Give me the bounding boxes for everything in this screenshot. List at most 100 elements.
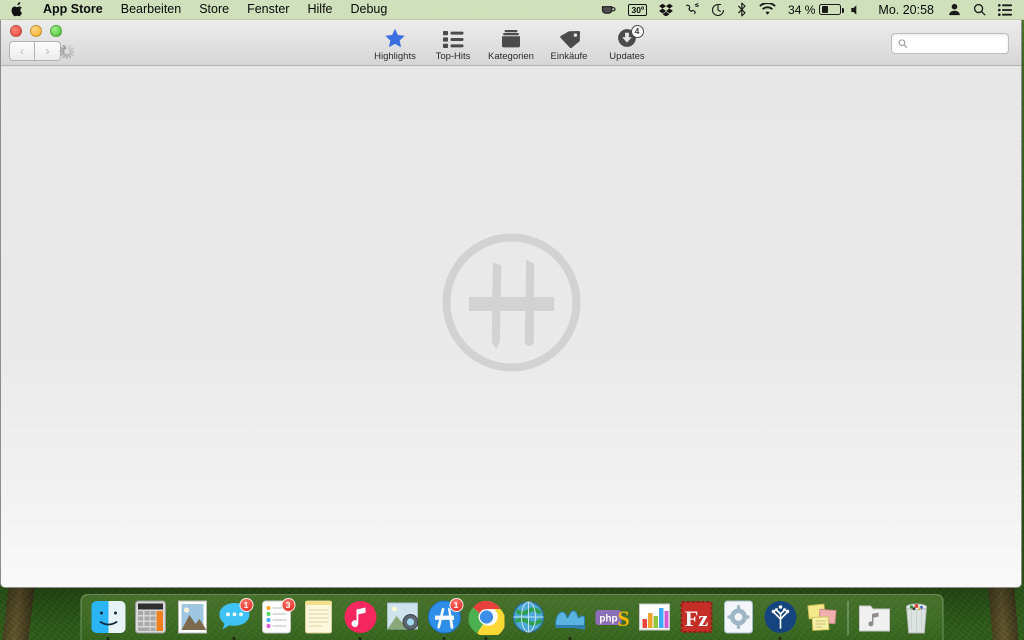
tab-updates-label: Updates [609,51,645,62]
menu-bar-status-area: 30º 34 % Mo. 20:58 [595,0,1024,19]
dock-item-preview[interactable] [173,597,212,640]
app-store-icon: 1 [426,598,463,635]
search-field[interactable] [891,33,1009,54]
minimize-button[interactable] [30,25,42,37]
navigation-buttons: ‹ › [9,41,61,61]
calculator-icon [132,599,168,635]
weather-temp-label: 30º [628,3,648,16]
messages-badge: 1 [239,598,253,612]
svg-text:S: S [617,606,629,631]
menu-bar-left: App Store Bearbeiten Store Fenster Hilfe… [0,0,396,19]
dock-item-mamp[interactable] [551,597,590,640]
updates-badge: 4 [630,25,644,38]
tab-einkaeufe-label: Einkäufe [550,51,588,62]
coffee-cup-icon[interactable] [595,0,622,19]
globe-icon [510,599,546,635]
reminders-icon: 3 [258,598,295,635]
dock-item-settings[interactable] [719,597,758,640]
app-store-window: ‹ › Highlights Top-Hits Kategorien Einkä… [0,20,1022,588]
dock-item-phpstorm[interactable]: php S [593,597,632,640]
image-capture-icon [384,599,420,635]
messages-icon: 1 [216,598,253,635]
tab-highlights-label: Highlights [374,51,416,62]
dock-item-calculator[interactable] [131,597,170,640]
menu-hilfe[interactable]: Hilfe [298,0,341,19]
menu-bar: App Store Bearbeiten Store Fenster Hilfe… [0,0,1024,20]
itunes-icon [342,599,378,635]
menu-debug[interactable]: Debug [342,0,397,19]
dropbox-icon[interactable] [653,0,679,19]
loading-spinner [58,44,74,59]
dock-item-app-store[interactable]: 1 [425,597,464,640]
app-store-logo-watermark [439,230,584,375]
app-store-badge: 1 [449,598,463,612]
dock-item-filezilla[interactable]: Fz [677,597,716,640]
search-input[interactable] [912,37,1002,50]
back-button[interactable]: ‹ [9,41,35,61]
dock-item-reminders[interactable]: 3 [257,597,296,640]
dock-item-charts[interactable] [635,597,674,640]
tab-top-hits[interactable]: Top-Hits [424,20,482,62]
user-account-icon[interactable] [942,0,967,19]
chrome-icon [467,599,505,638]
dock-item-trash[interactable] [897,597,936,640]
music-folder-icon [856,599,892,635]
toolbar-tabs: Highlights Top-Hits Kategorien Einkäufe … [366,20,656,65]
menu-store[interactable]: Store [190,0,238,19]
window-toolbar: ‹ › Highlights Top-Hits Kategorien Einkä… [1,20,1021,66]
menu-fenster[interactable]: Fenster [238,0,298,19]
dock-item-stickies[interactable] [803,597,842,640]
list-icon [442,27,464,49]
tab-kategorien[interactable]: Kategorien [482,20,540,62]
dock-item-messages[interactable]: 1 [215,597,254,640]
filezilla-icon: Fz [678,599,714,635]
phone-handset-icon[interactable] [679,0,705,19]
preview-icon [174,599,210,635]
apple-icon[interactable] [0,0,34,19]
stickies-icon [804,599,840,635]
wifi-icon[interactable] [753,0,782,19]
dock-item-notes[interactable] [299,597,338,640]
notification-center-icon[interactable] [992,0,1018,19]
menu-bar-clock[interactable]: Mo. 20:58 [868,3,942,17]
window-controls [10,25,62,37]
zoom-button[interactable] [50,25,62,37]
close-button[interactable] [10,25,22,37]
tag-icon [559,27,580,49]
tab-einkaeufe[interactable]: Einkäufe [540,20,598,62]
download-icon: 4 [617,25,644,49]
dock-item-music-folder[interactable] [855,597,894,640]
reminders-badge: 3 [281,598,295,612]
dock: 1 3 1 php S Fz [80,594,944,640]
search-container [891,33,1009,54]
volume-icon[interactable] [844,0,868,19]
dock-item-chrome[interactable] [467,597,506,640]
sourcetree-icon [762,599,798,635]
finder-icon [90,599,126,635]
star-icon [384,27,406,49]
weather-temperature-indicator[interactable]: 30º [622,0,653,19]
time-machine-icon[interactable] [705,0,731,19]
dock-item-sourcetree[interactable] [761,597,800,640]
bluetooth-icon[interactable] [731,0,753,19]
battery-icon[interactable] [819,0,844,19]
tab-updates[interactable]: 4 Updates [598,20,656,62]
dock-item-itunes[interactable] [341,597,380,640]
forward-button[interactable]: › [35,41,61,61]
trash-icon [898,599,934,635]
gear-icon [720,599,756,635]
dock-separator [847,601,849,635]
search-icon[interactable] [967,0,992,19]
mamp-icon [552,599,588,635]
php-icon: php S [594,599,630,635]
store-content-area [1,66,1021,587]
menu-app-store[interactable]: App Store [34,0,112,19]
menu-bearbeiten[interactable]: Bearbeiten [112,0,190,19]
dock-item-web-browser[interactable] [509,597,548,640]
search-icon [898,39,908,48]
bar-chart-icon [636,599,672,635]
tab-highlights[interactable]: Highlights [366,20,424,62]
dock-item-finder[interactable] [89,597,128,640]
dock-item-image-capture[interactable] [383,597,422,640]
tab-top-hits-label: Top-Hits [435,51,471,62]
